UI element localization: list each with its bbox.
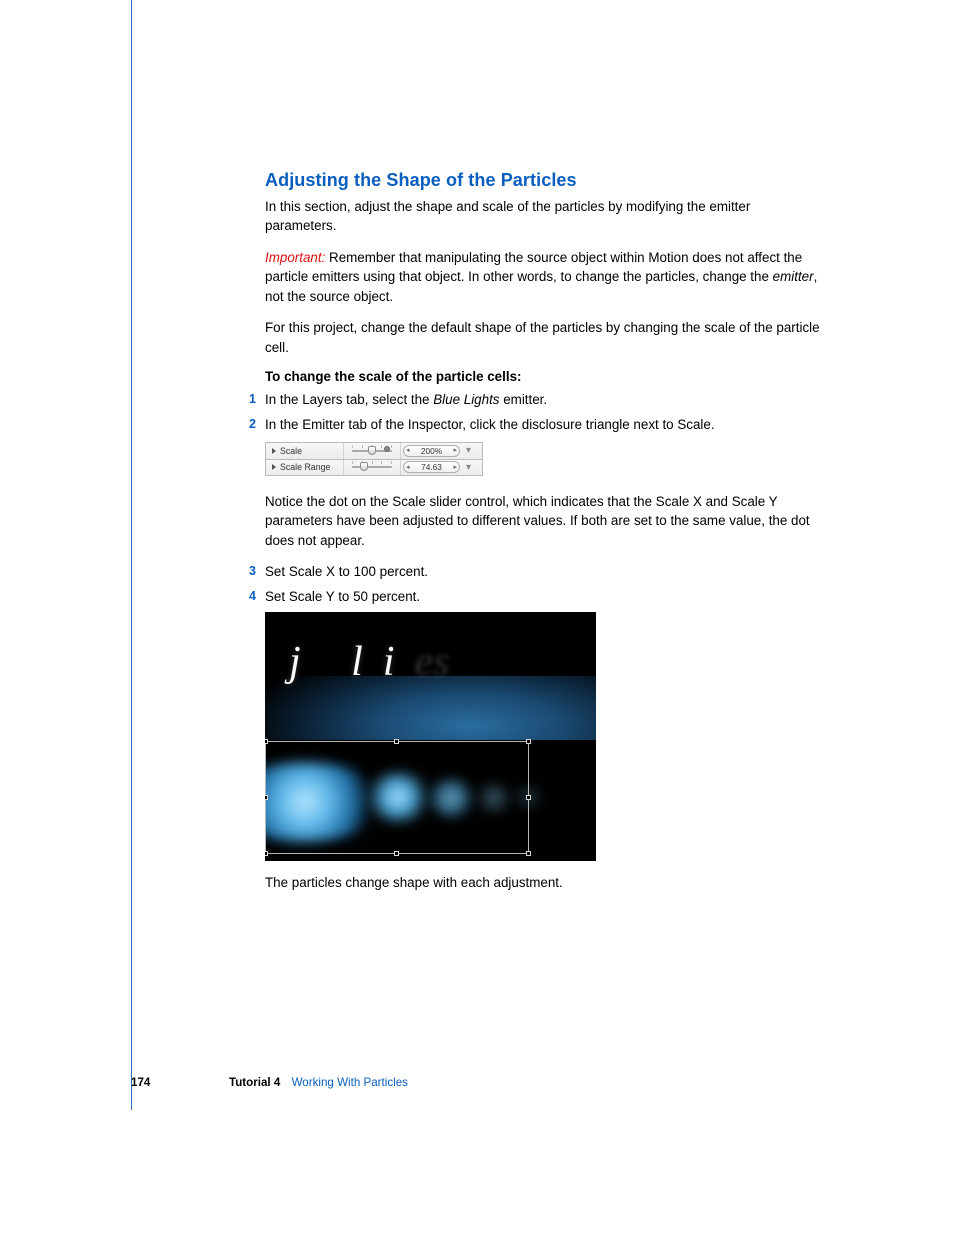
step-2-text: In the Emitter tab of the Inspector, cli… bbox=[265, 417, 715, 432]
resize-handle-icon[interactable] bbox=[526, 795, 531, 800]
steps-list-a: 1 In the Layers tab, select the Blue Lig… bbox=[265, 390, 825, 434]
resize-handle-icon[interactable] bbox=[526, 739, 531, 744]
resize-handle-icon[interactable] bbox=[265, 851, 268, 856]
param-row-scale-range: Scale Range ◂ 74.63 ▸ ▾ bbox=[265, 459, 483, 476]
step-1-emitter-name: Blue Lights bbox=[433, 392, 499, 407]
param-label: Scale Range bbox=[280, 462, 330, 472]
inspector-panel-figure: Scale ◂ 200% ▸ ▾ bbox=[265, 442, 483, 476]
important-emitter-word: emitter bbox=[773, 269, 814, 284]
step-1-text-b: emitter. bbox=[500, 392, 548, 407]
slider-cell[interactable] bbox=[344, 460, 401, 475]
resize-handle-icon[interactable] bbox=[265, 739, 268, 744]
footer-tutorial: Tutorial 4 bbox=[229, 1076, 280, 1089]
stepper-left-icon[interactable]: ◂ bbox=[406, 447, 410, 454]
disclosure-cell[interactable]: Scale Range bbox=[266, 460, 344, 475]
step-3-text: Set Scale X to 100 percent. bbox=[265, 564, 428, 579]
menu-glyph-icon[interactable]: ▾ bbox=[466, 462, 471, 473]
value-stepper[interactable]: ◂ 74.63 ▸ bbox=[403, 461, 460, 473]
page-number: 174 bbox=[131, 1076, 191, 1089]
important-text-a: Remember that manipulating the source ob… bbox=[265, 250, 802, 284]
stepper-right-icon[interactable]: ▸ bbox=[453, 464, 457, 471]
important-label: Important: bbox=[265, 250, 325, 265]
menu-glyph-icon[interactable]: ▾ bbox=[466, 445, 471, 456]
step-number: 4 bbox=[249, 587, 256, 605]
resize-handle-icon[interactable] bbox=[265, 795, 268, 800]
important-note: Important: Remember that manipulating th… bbox=[265, 248, 825, 306]
title-letters: j lies bbox=[289, 638, 450, 686]
slider-track[interactable] bbox=[352, 450, 392, 452]
disclosure-triangle-icon[interactable] bbox=[272, 448, 276, 454]
resize-handle-icon[interactable] bbox=[526, 851, 531, 856]
slider-thumb[interactable] bbox=[368, 446, 376, 455]
selection-bounding-box[interactable] bbox=[265, 741, 529, 854]
stepper-left-icon[interactable]: ◂ bbox=[406, 464, 410, 471]
result-paragraph: The particles change shape with each adj… bbox=[265, 873, 825, 892]
canvas-screenshot: j lies bbox=[265, 612, 596, 861]
task-subhead: To change the scale of the particle cell… bbox=[265, 369, 825, 384]
slider-track[interactable] bbox=[352, 466, 392, 468]
param-label: Scale bbox=[280, 446, 302, 456]
stepper-right-icon[interactable]: ▸ bbox=[453, 447, 457, 454]
slider-thumb[interactable] bbox=[360, 462, 368, 471]
step-1: 1 In the Layers tab, select the Blue Lig… bbox=[265, 390, 825, 409]
margin-rule bbox=[131, 0, 132, 1110]
step-4-text: Set Scale Y to 50 percent. bbox=[265, 589, 420, 604]
content-column: Adjusting the Shape of the Particles In … bbox=[265, 170, 825, 905]
param-menu[interactable]: ▾ bbox=[462, 445, 482, 456]
slider-diff-dot-icon bbox=[384, 446, 390, 452]
slider-ticks bbox=[352, 461, 392, 464]
disclosure-triangle-icon[interactable] bbox=[272, 464, 276, 470]
letters-li: li bbox=[351, 639, 414, 685]
step-1-text-a: In the Layers tab, select the bbox=[265, 392, 433, 407]
letter-j: j bbox=[289, 639, 321, 685]
step-number: 1 bbox=[249, 390, 256, 408]
page-footer: 174 Tutorial 4 Working With Particles bbox=[131, 1076, 831, 1089]
footer-chapter: Working With Particles bbox=[292, 1076, 408, 1089]
step-3: 3 Set Scale X to 100 percent. bbox=[265, 562, 825, 581]
footer-text: Tutorial 4 Working With Particles bbox=[229, 1076, 408, 1089]
step-2: 2 In the Emitter tab of the Inspector, c… bbox=[265, 415, 825, 434]
resize-handle-icon[interactable] bbox=[394, 851, 399, 856]
section-heading: Adjusting the Shape of the Particles bbox=[265, 170, 825, 191]
value-stepper[interactable]: ◂ 200% ▸ bbox=[403, 445, 460, 457]
page: Adjusting the Shape of the Particles In … bbox=[0, 0, 954, 1235]
disclosure-cell[interactable]: Scale bbox=[266, 443, 344, 459]
intro-paragraph: In this section, adjust the shape and sc… bbox=[265, 197, 825, 236]
notice-paragraph: Notice the dot on the Scale slider contr… bbox=[265, 492, 825, 550]
step-number: 2 bbox=[249, 415, 256, 433]
step-number: 3 bbox=[249, 562, 256, 580]
step-4: 4 Set Scale Y to 50 percent. bbox=[265, 587, 825, 606]
slider-cell[interactable] bbox=[344, 443, 401, 459]
value-text[interactable]: 74.63 bbox=[421, 462, 442, 472]
letters-faint: es bbox=[415, 639, 450, 685]
param-menu[interactable]: ▾ bbox=[462, 462, 482, 473]
value-text[interactable]: 200% bbox=[421, 446, 442, 456]
steps-list-b: 3 Set Scale X to 100 percent. 4 Set Scal… bbox=[265, 562, 825, 606]
param-row-scale: Scale ◂ 200% ▸ ▾ bbox=[265, 442, 483, 459]
resize-handle-icon[interactable] bbox=[394, 739, 399, 744]
project-paragraph: For this project, change the default sha… bbox=[265, 318, 825, 357]
